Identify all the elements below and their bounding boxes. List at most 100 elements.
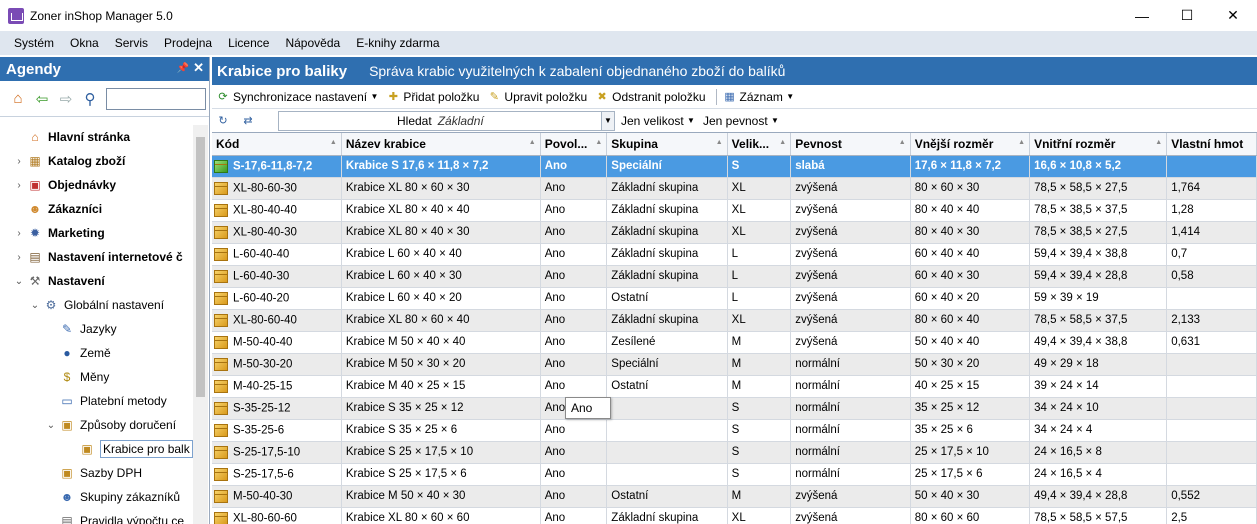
tree-item-catalog[interactable]: › ▦ Katalog zboží — [0, 149, 195, 173]
tree-item-payment-methods[interactable]: ▭ Platební metody — [0, 389, 195, 413]
cell-inner-size: 78,5 × 58,5 × 27,5 — [1029, 177, 1168, 200]
cell-code: M-40-25-15 — [212, 375, 342, 398]
tree-item-orders[interactable]: › ▣ Objednávky — [0, 173, 195, 197]
table-header-row: Kód ▲ Název krabice ▲ Povol... ▲ Skupina ▲ V… — [212, 133, 1257, 156]
tree-item-global-settings[interactable]: ⌄ ⚙ Globální nastavení — [0, 293, 195, 317]
maximize-button[interactable]: ☐ — [1164, 0, 1210, 31]
column-header-size[interactable]: Velik... ▲ — [727, 133, 792, 156]
cell-strength: zvýšená — [790, 309, 911, 332]
settings-icon: ⚒ — [29, 274, 41, 288]
search-combo[interactable]: Hledat Základní ▼ — [278, 110, 615, 131]
add-item-button[interactable]: ✚ Přidat položku — [386, 90, 480, 104]
cell-enabled: Ano — [540, 463, 608, 486]
cell-enabled: Ano — [540, 199, 608, 222]
cell-outer-size: 50 × 40 × 40 — [910, 331, 1031, 354]
tree-item-home[interactable]: ⌂ Hlavní stránka — [0, 125, 195, 149]
column-header-enabled[interactable]: Povol... ▲ — [540, 133, 608, 156]
forward-arrow-icon[interactable]: ⇨ — [56, 89, 76, 109]
cell-code: S-35-25-6 — [212, 419, 342, 442]
tree-item-languages[interactable]: ✎ Jazyky — [0, 317, 195, 341]
table-row[interactable]: XL-80-60-60 Krabice XL 80 × 60 × 60 Ano Zák… — [212, 507, 1257, 524]
table-row[interactable]: XL-80-40-40 Krabice XL 80 × 40 × 40 Ano Zák… — [212, 199, 1257, 222]
tree-item-customers[interactable]: ☻ Zákazníci — [0, 197, 195, 221]
close-button[interactable]: ✕ — [1210, 0, 1256, 31]
tree-item-delivery-methods[interactable]: ⌄ ▣ Způsoby doručení — [0, 413, 195, 437]
agendas-tree: ⌂ Hlavní stránka › ▦ Katalog zboží › ▣ Objedn… — [0, 125, 195, 524]
column-header-own-weight[interactable]: Vlastní hmot — [1166, 133, 1257, 156]
table-row[interactable]: XL-80-60-30 Krabice XL 80 × 60 × 30 Ano Zák… — [212, 177, 1257, 200]
tree-scrollbar[interactable] — [193, 125, 208, 524]
tree-item-price-rules[interactable]: ▤ Pravidla výpočtu ce — [0, 509, 195, 524]
tree-item-settings[interactable]: ⌄ ⚒ Nastavení — [0, 269, 195, 293]
table-row[interactable]: M-40-25-15 Krabice M 40 × 25 × 15 Ano Ostat… — [212, 375, 1257, 398]
table-row[interactable]: S-17,6-11,8-7,2 Krabice S 17,6 × 11,8 × 7… — [212, 155, 1257, 178]
column-header-group[interactable]: Skupina ▲ — [606, 133, 728, 156]
table-row[interactable]: XL-80-40-30 Krabice XL 80 × 40 × 30 Ano Zák… — [212, 221, 1257, 244]
cell-group: Ostatní — [606, 485, 728, 508]
table-row[interactable]: S-35-25-12 Krabice S 35 × 25 × 12 Ano Snorm… — [212, 397, 1257, 420]
menu-help[interactable]: Nápověda — [277, 31, 348, 55]
back-arrow-icon[interactable]: ⇦ — [32, 89, 52, 109]
column-header-name[interactable]: Název krabice ▲ — [341, 133, 541, 156]
cell-enabled: Ano — [540, 485, 608, 508]
agendas-search-input[interactable] — [106, 87, 206, 110]
chevron-down-icon[interactable]: ▼ — [601, 111, 614, 130]
cell-group — [606, 463, 728, 486]
search-value[interactable]: Základní — [438, 114, 484, 128]
cell-inner-size: 24 × 16,5 × 8 — [1029, 441, 1168, 464]
customers-icon: ☻ — [28, 202, 42, 216]
sync-settings-button[interactable]: ⟳ Synchronizace nastavení ▼ — [216, 90, 378, 104]
cell-inner-size: 16,6 × 10,8 × 5,2 — [1029, 155, 1168, 178]
tree-item-marketing[interactable]: › ✹ Marketing — [0, 221, 195, 245]
tree-item-boxes[interactable]: ▣ Krabice pro balk — [0, 437, 195, 461]
tree-item-vat-rates[interactable]: ▣ Sazby DPH — [0, 461, 195, 485]
menu-service[interactable]: Servis — [107, 31, 156, 55]
only-strength-filter[interactable]: Jen pevnost ▼ — [703, 114, 779, 128]
search-label: Hledat — [397, 113, 432, 128]
cell-strength: normální — [790, 419, 911, 442]
tree-scrollbar-thumb[interactable] — [196, 137, 205, 397]
delete-item-button[interactable]: ✖ Odstranit položku — [595, 90, 706, 104]
menu-store[interactable]: Prodejna — [156, 31, 220, 55]
tree-item-currencies[interactable]: $ Měny — [0, 365, 195, 389]
table-row[interactable]: S-25-17,5-10 Krabice S 25 × 17,5 × 10 Ano S… — [212, 441, 1257, 464]
table-row[interactable]: XL-80-60-40 Krabice XL 80 × 60 × 40 Ano Zák… — [212, 309, 1257, 332]
cell-enabled: Ano — [540, 243, 608, 266]
sort-icon: ▲ — [528, 139, 536, 146]
menu-system[interactable]: Systém — [6, 31, 62, 55]
tree-item-countries[interactable]: ● Země — [0, 341, 195, 365]
minimize-button[interactable]: — — [1119, 0, 1165, 31]
table-row[interactable]: S-35-25-6 Krabice S 35 × 25 × 6 Ano Snormál… — [212, 419, 1257, 442]
column-header-code[interactable]: Kód ▲ — [212, 133, 342, 156]
tree-item-customer-groups[interactable]: ☻ Skupiny zákazníků — [0, 485, 195, 509]
table-row[interactable]: M-50-40-40 Krabice M 50 × 40 × 40 Ano Zesíl… — [212, 331, 1257, 354]
pin-icon[interactable]: 📌 — [177, 63, 189, 74]
record-menu-button[interactable]: ▦ Záznam ▼ — [723, 90, 795, 104]
table-row[interactable]: L-60-40-20 Krabice L 60 × 40 × 20 Ano Ostat… — [212, 287, 1257, 310]
column-header-inner-size[interactable]: Vnitřní rozměr ▲ — [1029, 133, 1168, 156]
refresh-button[interactable]: ↻ — [216, 114, 233, 127]
only-size-filter[interactable]: Jen velikost ▼ — [621, 114, 695, 128]
menu-license[interactable]: Licence — [220, 31, 277, 55]
menu-ebooks[interactable]: E-knihy zdarma — [348, 31, 447, 55]
table-body: S-17,6-11,8-7,2 Krabice S 17,6 × 11,8 × 7… — [212, 155, 1257, 524]
chevron-down-icon: ▼ — [786, 92, 795, 101]
close-panel-icon[interactable]: ✕ — [193, 60, 204, 76]
export-button[interactable]: ⇄ — [241, 114, 258, 127]
cell-size: M — [727, 331, 792, 354]
table-row[interactable]: M-50-40-30 Krabice M 50 × 40 × 30 Ano Ostat… — [212, 485, 1257, 508]
home-icon[interactable]: ⌂ — [8, 89, 28, 109]
table-row[interactable]: L-60-40-40 Krabice L 60 × 40 × 40 Ano Zákla… — [212, 243, 1257, 266]
box-icon — [214, 489, 228, 503]
search-icon[interactable]: ⚲ — [80, 89, 100, 109]
edit-item-button[interactable]: ✎ Upravit položku — [487, 90, 587, 104]
cell-strength: zvýšená — [790, 507, 911, 524]
table-row[interactable]: M-50-30-20 Krabice M 50 × 30 × 20 Ano Speci… — [212, 353, 1257, 376]
column-header-outer-size[interactable]: Vnější rozměr ▲ — [910, 133, 1031, 156]
menu-windows[interactable]: Okna — [62, 31, 107, 55]
table-row[interactable]: L-60-40-30 Krabice L 60 × 40 × 30 Ano Zákla… — [212, 265, 1257, 288]
cell-inner-size: 24 × 16,5 × 4 — [1029, 463, 1168, 486]
table-row[interactable]: S-25-17,5-6 Krabice S 25 × 17,5 × 6 Ano Sno… — [212, 463, 1257, 486]
tree-item-web-settings[interactable]: › ▤ Nastavení internetové č — [0, 245, 195, 269]
column-header-strength[interactable]: Pevnost ▲ — [790, 133, 911, 156]
